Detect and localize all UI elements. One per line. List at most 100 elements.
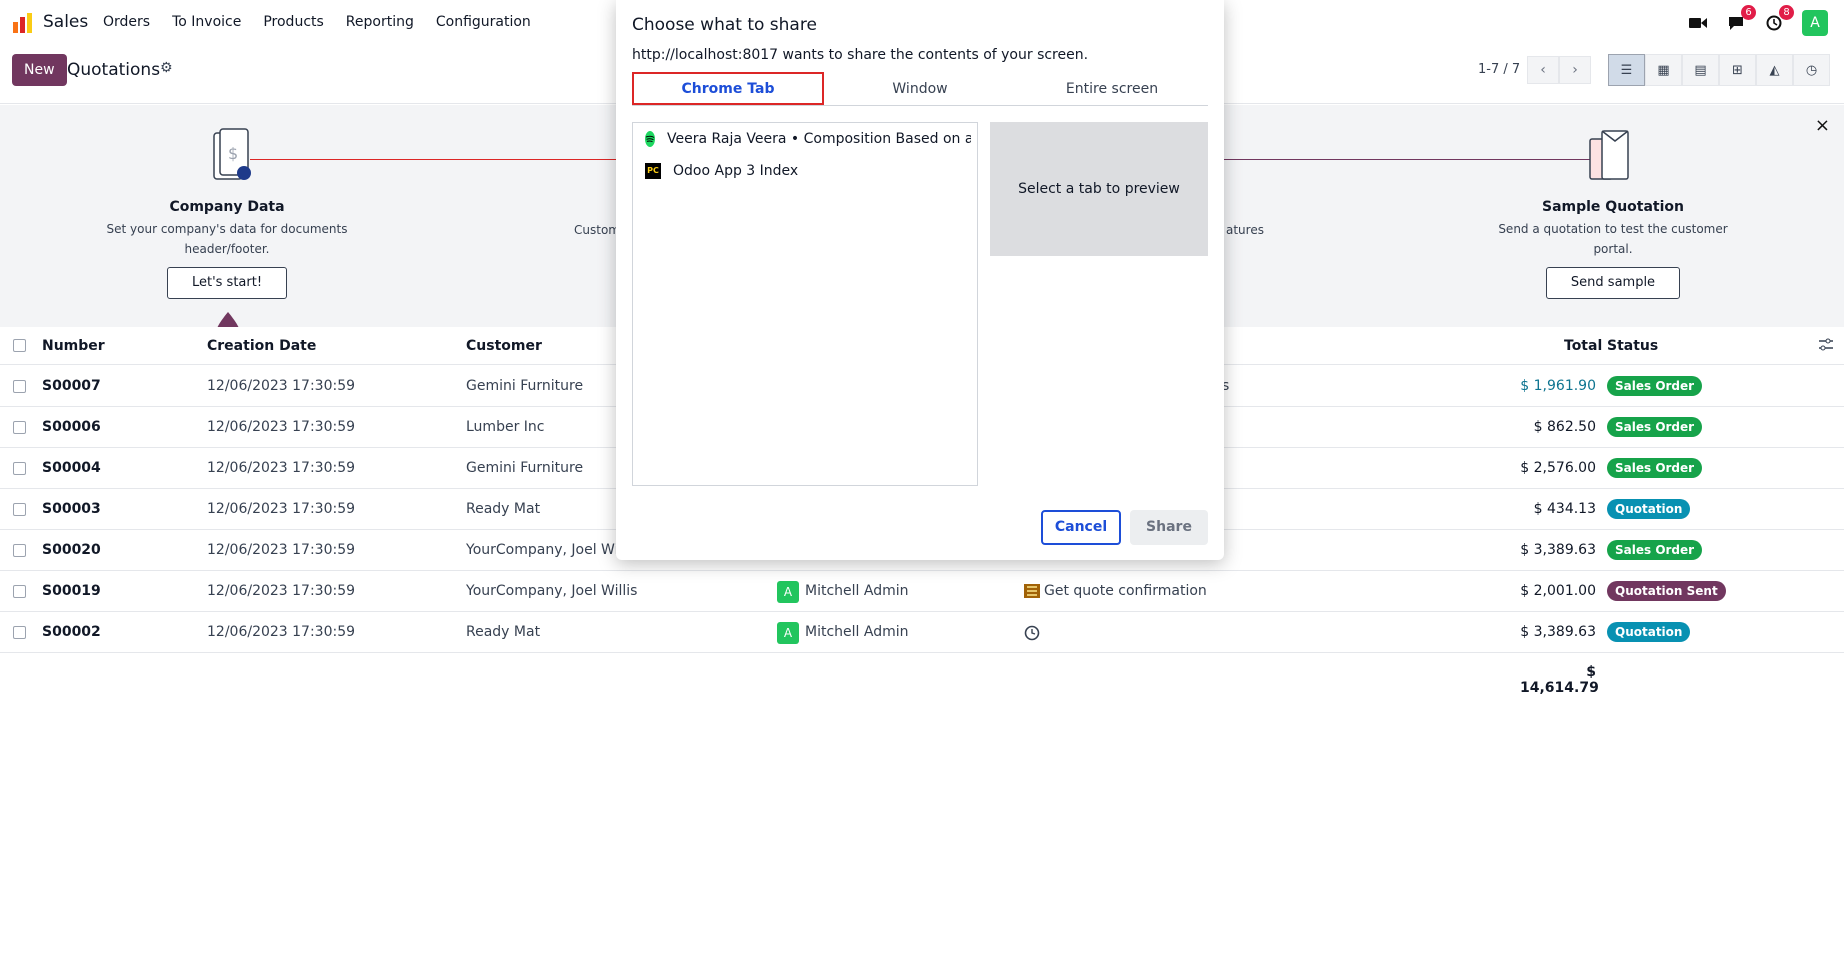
table-row[interactable]: S00002 12/06/2023 17:30:59 Ready Mat A M…: [0, 612, 1844, 653]
tab-title: Odoo App 3 Index: [673, 163, 799, 179]
tab-window[interactable]: Window: [824, 72, 1016, 105]
onboarding-step-sample-quotation: Sample Quotation Send a quotation to tes…: [1486, 199, 1740, 299]
spotify-icon: [645, 131, 655, 147]
menu-orders[interactable]: Orders: [103, 14, 150, 30]
pycharm-icon: PC: [645, 163, 661, 179]
tab-source-list: Veera Raja Veera • Composition Based on …: [632, 122, 978, 486]
step-title: Company Data: [169, 199, 285, 215]
send-sample-button[interactable]: Send sample: [1545, 267, 1681, 299]
column-customer[interactable]: Customer: [466, 338, 542, 354]
column-creation-date[interactable]: Creation Date: [207, 338, 316, 354]
salesperson-name: Mitchell Admin: [805, 624, 909, 640]
status-badge: Sales Order: [1607, 540, 1703, 560]
messages-icon[interactable]: 6: [1726, 5, 1756, 33]
creation-date: 12/06/2023 17:30:59: [207, 501, 356, 517]
svg-text:$: $: [228, 144, 238, 163]
new-button[interactable]: New: [12, 54, 67, 86]
sales-app-icon[interactable]: [12, 12, 34, 34]
customer-name: Ready Mat: [466, 624, 541, 640]
order-number: S00020: [42, 542, 101, 558]
tab-chrome-tab[interactable]: Chrome Tab: [632, 72, 824, 105]
status-badge: Quotation Sent: [1607, 581, 1726, 601]
pivot-view-icon[interactable]: ⊞: [1719, 54, 1756, 86]
select-all-checkbox[interactable]: [13, 339, 26, 352]
customer-name: Ready Mat: [466, 501, 541, 517]
row-checkbox[interactable]: [13, 380, 26, 393]
menu-to-invoice[interactable]: To Invoice: [172, 14, 241, 30]
grand-total: $ 14,614.79: [1520, 664, 1599, 696]
row-checkbox[interactable]: [13, 585, 26, 598]
creation-date: 12/06/2023 17:30:59: [207, 419, 356, 435]
creation-date: 12/06/2023 17:30:59: [207, 583, 356, 599]
menu-reporting[interactable]: Reporting: [346, 14, 414, 30]
step3-partial-text: atures: [1226, 223, 1264, 237]
order-total: $ 862.50: [1533, 419, 1596, 435]
list-item[interactable]: Veera Raja Veera • Composition Based on …: [645, 131, 971, 147]
customer-name: Lumber Inc: [466, 419, 545, 435]
activities-clock-icon[interactable]: 8: [1764, 5, 1794, 33]
list-view-icon[interactable]: ☰: [1608, 54, 1645, 86]
status-badge: Sales Order: [1607, 458, 1703, 478]
list-item[interactable]: PC Odoo App 3 Index: [645, 163, 971, 179]
customer-name: YourCompany, Joel Willis: [466, 583, 638, 599]
app-name[interactable]: Sales: [43, 12, 88, 32]
activity-summary: Get quote confirmation: [1044, 583, 1207, 599]
salesperson-avatar: A: [777, 622, 799, 644]
lets-start-button[interactable]: Let's start!: [166, 267, 288, 299]
next-page-icon[interactable]: ›: [1559, 56, 1591, 84]
gear-icon[interactable]: ⚙: [160, 60, 173, 76]
onboarding-progress-line: [250, 159, 616, 160]
row-checkbox[interactable]: [13, 421, 26, 434]
row-checkbox[interactable]: [13, 626, 26, 639]
step2-partial-text: Custom: [574, 223, 620, 237]
creation-date: 12/06/2023 17:30:59: [207, 460, 356, 476]
customer-name: YourCompany, Joel Will: [466, 542, 627, 558]
order-total: $ 3,389.63: [1520, 542, 1596, 558]
optional-columns-icon[interactable]: [1818, 338, 1834, 352]
order-total: $ 1,961.90: [1520, 378, 1596, 394]
user-avatar[interactable]: A: [1802, 10, 1828, 36]
order-number: S00003: [42, 501, 101, 517]
step-description-line2: header/footer.: [184, 242, 270, 256]
close-icon[interactable]: ×: [1815, 115, 1830, 136]
kanban-view-icon[interactable]: ▦: [1645, 54, 1682, 86]
calendar-view-icon[interactable]: ▤: [1682, 54, 1719, 86]
row-checkbox[interactable]: [13, 462, 26, 475]
status-badge: Sales Order: [1607, 376, 1703, 396]
share-screen-dialog: Choose what to share http://localhost:80…: [616, 0, 1224, 560]
company-data-icon: $: [213, 128, 251, 180]
tab-title: Veera Raja Veera • Composition Based on …: [667, 131, 971, 147]
activities-badge: 8: [1779, 5, 1794, 20]
activity-list-icon[interactable]: [1024, 584, 1040, 598]
column-number[interactable]: Number: [42, 338, 105, 354]
cancel-button[interactable]: Cancel: [1041, 510, 1121, 545]
video-camera-icon[interactable]: [1688, 13, 1708, 33]
messages-badge: 6: [1741, 5, 1756, 20]
activity-clock-icon[interactable]: [1024, 625, 1040, 641]
share-source-tabs: Chrome Tab Window Entire screen: [632, 72, 1208, 106]
menu-configuration[interactable]: Configuration: [436, 14, 531, 30]
step-title: Sample Quotation: [1541, 199, 1684, 215]
column-status[interactable]: Status: [1607, 338, 1658, 354]
creation-date: 12/06/2023 17:30:59: [207, 542, 356, 558]
pager-value[interactable]: 1-7 / 7: [1478, 62, 1520, 77]
activity-view-icon[interactable]: ◷: [1793, 54, 1830, 86]
row-checkbox[interactable]: [13, 503, 26, 516]
step-description-line1: Set your company's data for documents: [106, 222, 348, 236]
previous-page-icon[interactable]: ‹: [1527, 56, 1559, 84]
column-total[interactable]: Total: [1564, 338, 1602, 354]
order-total: $ 2,576.00: [1520, 460, 1596, 476]
salesperson-avatar: A: [777, 581, 799, 603]
pager-arrows: ‹ ›: [1527, 56, 1591, 84]
menu-products[interactable]: Products: [263, 14, 323, 30]
share-button[interactable]: Share: [1130, 510, 1208, 545]
table-row[interactable]: S00019 12/06/2023 17:30:59 YourCompany, …: [0, 571, 1844, 612]
graph-view-icon[interactable]: ◭: [1756, 54, 1793, 86]
creation-date: 12/06/2023 17:30:59: [207, 624, 356, 640]
dialog-subtitle: http://localhost:8017 wants to share the…: [632, 47, 1089, 63]
row-checkbox[interactable]: [13, 544, 26, 557]
step-description-line2: portal.: [1593, 242, 1633, 256]
status-badge: Sales Order: [1607, 417, 1703, 437]
tab-entire-screen[interactable]: Entire screen: [1016, 72, 1208, 105]
dialog-title: Choose what to share: [632, 15, 817, 35]
